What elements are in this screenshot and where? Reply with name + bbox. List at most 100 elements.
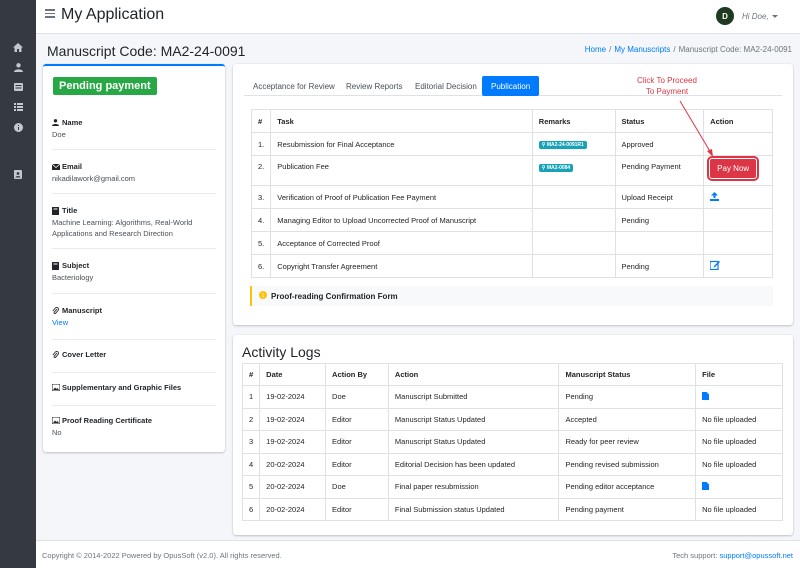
log-action: Manuscript Submitted: [387, 385, 560, 409]
col-header: File: [695, 363, 783, 386]
col-header: Action: [387, 363, 560, 386]
page-title: Manuscript Code: MA2-24-0091: [47, 43, 246, 59]
col-header: Task: [270, 109, 533, 133]
log-date: 20-02-2024: [259, 475, 327, 499]
list-alt-icon[interactable]: [12, 101, 24, 113]
action-cell: [703, 185, 773, 209]
remark-cell: ⚲ MA2-24-0091R1: [531, 132, 616, 156]
table-row: 4 20-02-2024 Editor Editorial Decision h…: [241, 452, 783, 476]
table-row: 2. Publication Fee ⚲ MA2-0084 Pending Pa…: [250, 155, 773, 186]
col-header: Manuscript Status: [558, 363, 697, 386]
remark-cell: [531, 254, 616, 278]
row-number: 5.: [250, 231, 272, 255]
remark-tag[interactable]: ⚲ MA2-0084: [538, 164, 574, 172]
task-name: Acceptance of Corrected Proof: [270, 231, 533, 255]
col-header: Status: [614, 109, 705, 133]
id-card-icon[interactable]: [12, 168, 24, 180]
info-icon[interactable]: [12, 121, 24, 133]
table-row: 3. Verification of Proof of Publication …: [250, 185, 773, 209]
home-icon[interactable]: [12, 41, 24, 53]
row-number: 3.: [250, 185, 272, 209]
file-icon[interactable]: [702, 391, 712, 402]
remark-tag[interactable]: ⚲ MA2-24-0091R1: [538, 141, 587, 149]
task-status: Pending Payment: [614, 155, 705, 186]
app-title: My Application: [61, 6, 165, 23]
log-action-by: Editor: [325, 407, 389, 431]
support-email-link[interactable]: support@opussoft.net: [720, 551, 794, 560]
table-row: 1. Resubmission for Final Acceptance ⚲ M…: [250, 132, 773, 156]
task-name: Resubmission for Final Acceptance: [270, 132, 533, 156]
log-action: Manuscript Status Updated: [387, 407, 560, 431]
row-number: 3: [241, 430, 261, 454]
table-row: 5. Acceptance of Corrected Proof: [250, 231, 773, 255]
remark-cell: [531, 208, 616, 232]
log-action-by: Doe: [325, 475, 389, 499]
info-circle-icon: [259, 291, 267, 301]
book-icon: [52, 262, 59, 270]
tab-editorial-decision[interactable]: Editorial Decision: [406, 76, 486, 96]
row-number: 6.: [250, 254, 272, 278]
upload-icon[interactable]: [710, 191, 720, 202]
name-value: Doe: [52, 130, 66, 139]
paperclip-icon: [52, 351, 59, 359]
table-row: 1 19-02-2024 Doe Manuscript Submitted Pe…: [241, 385, 783, 409]
cover-letter-label: Cover Letter: [62, 350, 107, 359]
task-name: Verification of Proof of Publication Fee…: [270, 185, 533, 209]
detail-title: Title Machine Learning: Algorithms, Real…: [52, 206, 216, 249]
user-icon[interactable]: [12, 61, 24, 73]
remark-cell: ⚲ MA2-0084: [531, 155, 616, 186]
row-number: 1.: [250, 132, 272, 156]
remark-code: MA2-24-0091R1: [546, 142, 584, 148]
list-icon[interactable]: [12, 81, 24, 93]
detail-cover-letter: Cover Letter: [52, 350, 216, 373]
task-table: # Task Remarks Status Action 1. Resubmis…: [250, 109, 773, 278]
title-value: Machine Learning: Algorithms, Real-World…: [52, 218, 193, 238]
action-cell: Pay Now: [703, 155, 773, 186]
manuscript-view-link[interactable]: View: [52, 318, 68, 327]
col-header: Remarks: [531, 109, 616, 133]
subject-label: Subject: [62, 261, 90, 270]
supplementary-label: Supplementary and Graphic Files: [62, 383, 182, 392]
task-name: Copyright Transfer Agreement: [270, 254, 533, 278]
table-row: 4. Managing Editor to Upload Uncorrected…: [250, 208, 773, 232]
log-action: Manuscript Status Updated: [387, 430, 560, 454]
log-file: [695, 475, 783, 499]
avatar[interactable]: D: [716, 7, 734, 25]
tab-acceptance-for-review[interactable]: Acceptance for Review: [244, 76, 344, 96]
action-cell: [703, 132, 773, 156]
manuscript-details-card: Pending payment Name Doe Email nikadilaw…: [43, 64, 225, 452]
top-navbar: My Application D Hi Doe,: [36, 0, 800, 34]
activity-table: # Date Action By Action Manuscript Statu…: [241, 363, 783, 521]
subject-value: Bacteriology: [52, 273, 94, 282]
log-status: Pending: [558, 385, 697, 409]
menu-toggle-icon[interactable]: [45, 9, 55, 19]
edit-icon[interactable]: [709, 260, 721, 271]
breadcrumb-home[interactable]: Home: [585, 45, 606, 54]
image-icon: [51, 416, 61, 425]
file-icon[interactable]: [702, 481, 712, 492]
remark-code: MA2-0084: [546, 165, 571, 171]
log-file: No file uploaded: [695, 452, 783, 476]
task-status: Pending: [614, 208, 705, 232]
task-name: Publication Fee: [270, 155, 533, 186]
pay-now-button[interactable]: Pay Now: [707, 156, 760, 181]
tab-review-reports[interactable]: Review Reports: [337, 76, 411, 96]
log-file: No file uploaded: [695, 407, 783, 431]
activity-logs-title: Activity Logs: [242, 344, 321, 360]
task-status: Pending: [614, 254, 705, 278]
log-status: Ready for peer review: [558, 430, 697, 454]
log-file: No file uploaded: [695, 430, 783, 454]
log-date: 20-02-2024: [259, 497, 327, 521]
row-number: 4.: [250, 208, 272, 232]
log-status: Accepted: [558, 407, 697, 431]
col-header: Action: [703, 109, 773, 133]
breadcrumb-manuscripts[interactable]: My Manuscripts: [614, 45, 670, 54]
sidebar: [0, 0, 36, 568]
proof-reading-form-callout[interactable]: Proof-reading Confirmation Form: [250, 286, 773, 306]
user-menu[interactable]: Hi Doe,: [742, 12, 769, 21]
detail-email: Email nikadilawork@gmail.com: [51, 162, 216, 194]
caret-down-icon[interactable]: [772, 15, 778, 18]
row-number: 2: [241, 407, 261, 431]
tab-publication[interactable]: Publication: [482, 76, 540, 96]
copyright-text: Copyright © 2014-2022 Powered by OpusSof…: [42, 551, 282, 560]
